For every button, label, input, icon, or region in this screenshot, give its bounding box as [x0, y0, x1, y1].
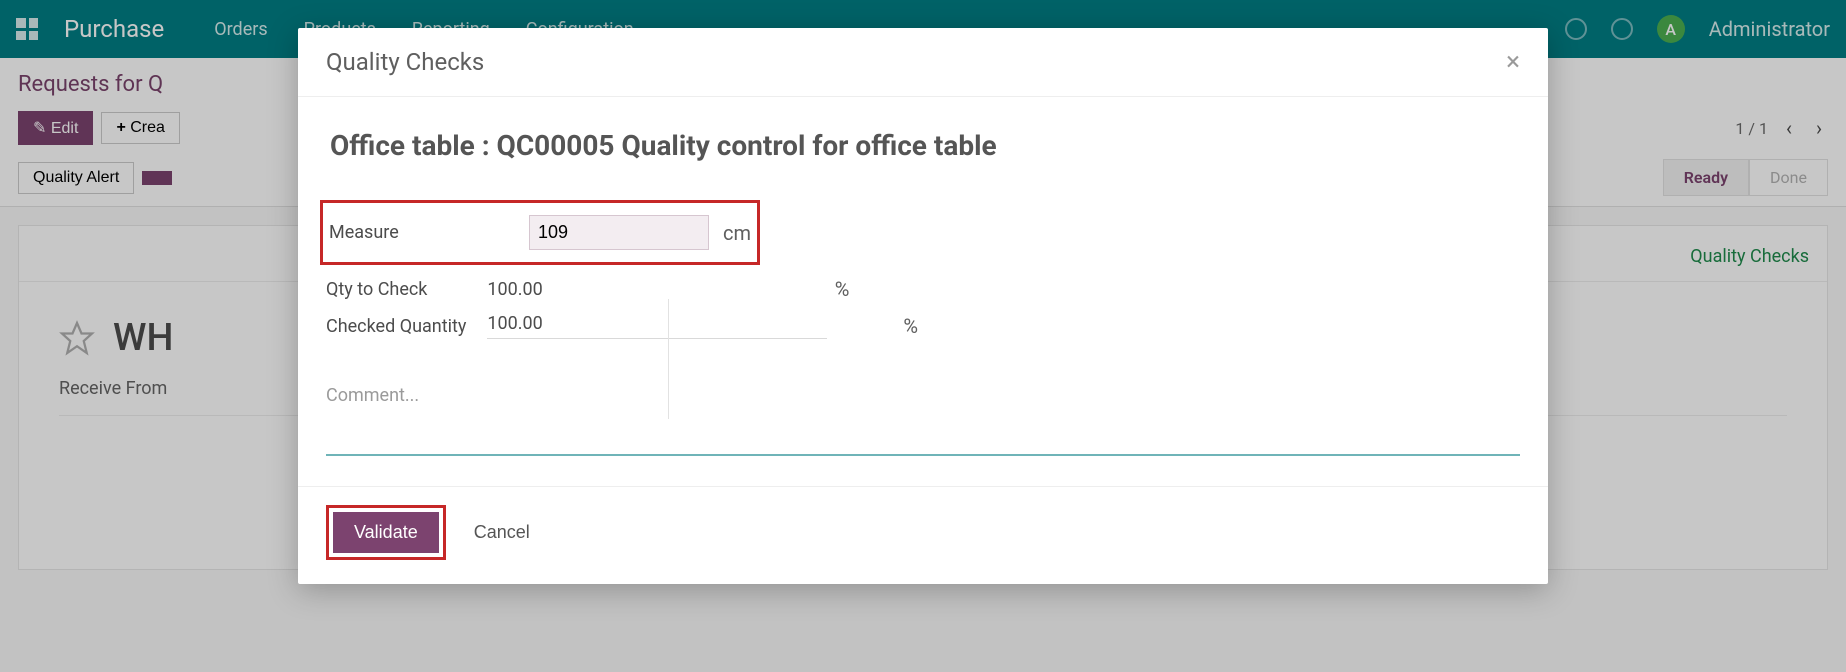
modal-subtitle: Office table : QC00005 Quality control f…: [330, 129, 1516, 162]
form-divider: [668, 299, 669, 419]
validate-button[interactable]: Validate: [333, 512, 439, 553]
close-icon[interactable]: ×: [1506, 49, 1520, 75]
cancel-button[interactable]: Cancel: [474, 522, 530, 543]
measure-unit: cm: [723, 221, 751, 245]
validate-highlight: Validate: [326, 505, 446, 560]
qty-to-check-label: Qty to Check: [326, 279, 487, 300]
qty-to-check-unit: %: [835, 277, 850, 301]
checked-qty-value[interactable]: 100.00: [487, 313, 827, 339]
modal-footer: Validate Cancel: [298, 486, 1548, 584]
modal-header: Quality Checks ×: [298, 28, 1548, 97]
comment-input[interactable]: Comment...: [326, 371, 1520, 456]
checked-qty-unit: %: [903, 314, 918, 338]
quality-checks-modal: Quality Checks × Office table : QC00005 …: [298, 28, 1548, 584]
comment-placeholder: Comment...: [326, 385, 419, 406]
modal-title: Quality Checks: [326, 48, 484, 76]
measure-highlight: Measure cm: [320, 200, 760, 265]
modal-body: Office table : QC00005 Quality control f…: [298, 97, 1548, 486]
checked-qty-label: Checked Quantity: [326, 316, 487, 337]
measure-label: Measure: [329, 222, 529, 243]
qty-to-check-value: 100.00: [487, 279, 542, 300]
measure-input[interactable]: [529, 215, 709, 250]
